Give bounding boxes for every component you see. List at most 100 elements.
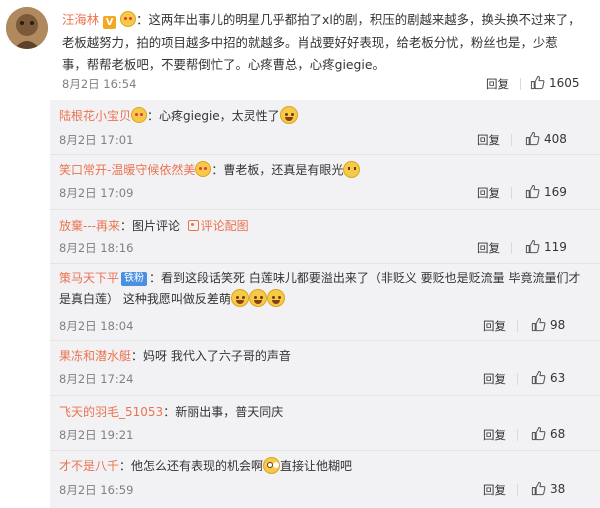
like-button[interactable]: 68 [531, 426, 565, 442]
reply-meta: 8月2日 16:59 回复 38 [59, 482, 589, 500]
divider [511, 134, 512, 146]
like-count: 38 [550, 481, 566, 496]
reply-button[interactable]: 回复 [486, 76, 509, 92]
reply-body: ：心疼giegie，太灵性了 [147, 109, 280, 123]
like-button[interactable]: 408 [525, 131, 567, 147]
like-count: 119 [544, 239, 567, 254]
image-comment-link[interactable]: 评论配图 [187, 219, 249, 233]
reply-item: 陆根花小宝贝 ：心疼giegie，太灵性了 8月2日 17:01 回复 408 [50, 100, 600, 154]
reply-time: 8月2日 19:21 [59, 428, 134, 442]
like-count: 63 [550, 370, 566, 385]
reply-button[interactable]: 回复 [483, 482, 506, 498]
heart-eyes-emoji [131, 107, 148, 123]
reply-text: 才不是八千：他怎么还有表现的机会啊 直接让他糊吧 [59, 455, 589, 477]
reply-button[interactable]: 回复 [477, 240, 500, 256]
reply-button[interactable]: 回复 [483, 427, 506, 443]
reply-text: 放棄---再来：图片评论 评论配图 [59, 215, 589, 237]
grin-sweat-emoji [248, 289, 267, 307]
grin-sweat-emoji [279, 106, 298, 124]
eye-roll-emoji [263, 457, 281, 474]
reply-item: 才不是八千：他怎么还有表现的机会啊 直接让他糊吧 8月2日 16:59 回复 38 [50, 451, 600, 508]
picture-icon [187, 220, 199, 231]
like-button[interactable]: 119 [525, 239, 567, 255]
divider [517, 373, 518, 385]
heart-eyes-emoji [195, 161, 212, 177]
reply-meta: 8月2日 17:09 回复 169 [59, 185, 589, 203]
divider [517, 484, 518, 496]
thumbs-up-icon [525, 131, 540, 146]
main-comment-meta: 8月2日 16:54 回复 1605 [62, 76, 582, 94]
reply-body: ：图片评论 [120, 219, 181, 233]
reply-time: 8月2日 18:16 [59, 241, 134, 255]
thinking-emoji [343, 161, 361, 178]
thumbs-up-icon [525, 184, 540, 199]
reply-meta: 8月2日 17:24 回复 63 [59, 371, 589, 389]
reply-button[interactable]: 回复 [477, 132, 500, 148]
main-comment: 汪海林 V ：这两年出事儿的明星几乎都拍了xl的剧，积压的剧越来越多，换头换不过来… [0, 0, 600, 100]
reply-text: 果冻和潜水艇：妈呀 我代入了六子哥的声音 [59, 345, 589, 367]
reply-button[interactable]: 回复 [483, 371, 506, 387]
reply-time: 8月2日 18:04 [59, 319, 134, 333]
reply-meta: 8月2日 18:04 回复 98 [59, 318, 589, 336]
grin-sweat-emoji [230, 289, 249, 307]
like-button[interactable]: 1605 [530, 75, 580, 91]
divider [517, 320, 518, 332]
thumbs-up-icon [531, 370, 546, 385]
reply-body-tail: 直接让他糊吧 [280, 459, 353, 473]
reply-body: ：新丽出事，普天同庆 [163, 405, 284, 419]
reply-username[interactable]: 飞天的羽毛_51053 [59, 405, 163, 419]
like-button[interactable]: 169 [525, 184, 567, 200]
thumbs-up-icon [530, 75, 545, 90]
heart-eyes-emoji [120, 11, 137, 27]
avatar[interactable] [6, 7, 48, 49]
verified-badge: V [103, 16, 117, 29]
reply-text: 策马天下平 铁粉 ：看到这段话笑死 白莲味儿都要溢出来了（非贬义 要贬也是贬流量 毕… [59, 268, 589, 310]
reply-meta: 8月2日 18:16 回复 119 [59, 240, 589, 258]
reply-meta: 8月2日 17:01 回复 408 [59, 132, 589, 150]
reply-time: 8月2日 16:59 [59, 483, 134, 497]
fan-badge: 铁粉 [121, 272, 148, 286]
divider [511, 187, 512, 199]
reply-button[interactable]: 回复 [477, 185, 500, 201]
reply-username[interactable]: 笑口常开-温暖守候依然美 [59, 163, 195, 177]
reply-item: 放棄---再来：图片评论 评论配图 8月2日 18:16 回复 119 [50, 210, 600, 263]
reply-item: 笑口常开-温暖守候依然美 ：曹老板，还真是有眼光 8月2日 17:09 回复 16… [50, 155, 600, 209]
reply-meta: 8月2日 19:21 回复 68 [59, 427, 589, 445]
divider [511, 242, 512, 254]
reply-time: 8月2日 17:01 [59, 133, 134, 147]
thumbs-up-icon [525, 239, 540, 254]
reply-username[interactable]: 放棄---再来 [59, 219, 120, 233]
reply-username[interactable]: 策马天下平 [59, 271, 119, 285]
like-count: 98 [550, 317, 566, 332]
reply-body: ：他怎么还有表现的机会啊 [119, 459, 264, 473]
reply-text: 陆根花小宝贝 ：心疼giegie，太灵性了 [59, 105, 589, 127]
main-comment-text: 汪海林 V ：这两年出事儿的明星几乎都拍了xl的剧，积压的剧越来越多，换头换不过来… [62, 9, 582, 77]
comment-time: 8月2日 16:54 [62, 77, 137, 91]
reply-item: 飞天的羽毛_51053：新丽出事，普天同庆 8月2日 19:21 回复 68 [50, 396, 600, 450]
reply-username[interactable]: 才不是八千 [59, 459, 119, 473]
like-count: 169 [544, 184, 567, 199]
reply-time: 8月2日 17:09 [59, 186, 134, 200]
reply-time: 8月2日 17:24 [59, 372, 134, 386]
reply-username[interactable]: 果冻和潜水艇 [59, 349, 131, 363]
reply-body: ：妈呀 我代入了六子哥的声音 [131, 349, 291, 363]
like-count: 68 [550, 426, 566, 441]
divider [517, 429, 518, 441]
reply-button[interactable]: 回复 [483, 318, 506, 334]
thumbs-up-icon [531, 426, 546, 441]
reply-username[interactable]: 陆根花小宝贝 [59, 109, 131, 123]
thumbs-up-icon [531, 481, 546, 496]
like-button[interactable]: 98 [531, 317, 565, 333]
like-button[interactable]: 63 [531, 370, 565, 386]
reply-item: 果冻和潜水艇：妈呀 我代入了六子哥的声音 8月2日 17:24 回复 63 [50, 341, 600, 395]
like-button[interactable]: 38 [531, 481, 565, 497]
reply-item: 策马天下平 铁粉 ：看到这段话笑死 白莲味儿都要溢出来了（非贬义 要贬也是贬流量 毕… [50, 264, 600, 340]
grin-sweat-emoji [266, 289, 285, 307]
divider [520, 78, 521, 90]
like-count: 408 [544, 131, 567, 146]
main-comment-body: ：这两年出事儿的明星几乎都拍了xl的剧，积压的剧越来越多，换头换不过来了，老板越… [62, 12, 581, 72]
main-username[interactable]: 汪海林 [62, 12, 99, 27]
reply-body: ：曹老板，还真是有眼光 [211, 163, 344, 177]
like-count: 1605 [549, 75, 580, 90]
thumbs-up-icon [531, 317, 546, 332]
